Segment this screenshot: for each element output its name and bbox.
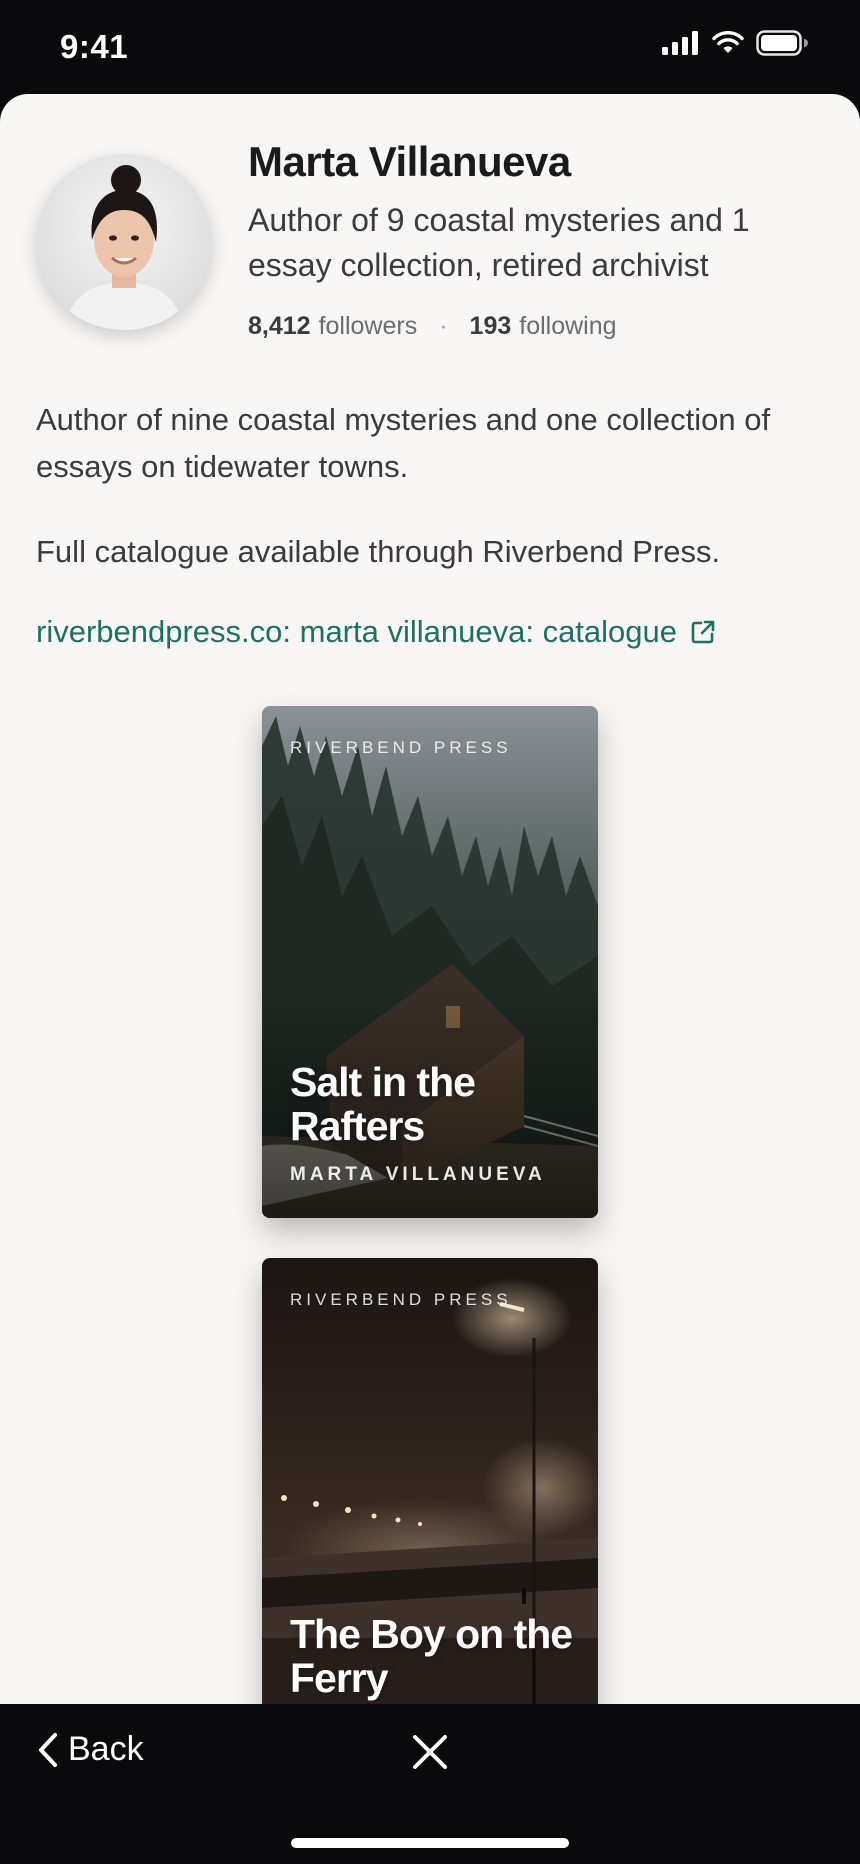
catalogue-link-text: riverbendpress.co: marta villanueva: cat…	[36, 614, 678, 649]
bottom-toolbar: Back	[0, 1704, 860, 1864]
book-card[interactable]: RIVERBEND PRESS Salt in the Rafters MART…	[262, 706, 598, 1218]
avatar[interactable]	[36, 154, 212, 330]
following-label: following	[519, 312, 617, 340]
stat-separator: ·	[439, 312, 448, 340]
bio-paragraph: Full catalogue available through Riverbe…	[36, 534, 721, 569]
following-stat[interactable]: 193 following	[470, 312, 617, 341]
following-count: 193	[469, 312, 512, 340]
status-time: 9:41	[60, 28, 129, 65]
book-publisher: RIVERBEND PRESS	[290, 1290, 512, 1309]
wifi-icon	[712, 31, 744, 53]
followers-label: followers	[318, 312, 418, 340]
close-button[interactable]	[410, 1732, 450, 1772]
back-label: Back	[68, 1730, 144, 1768]
profile-name: Marta Villanueva	[248, 138, 571, 185]
book-publisher: RIVERBEND PRESS	[290, 738, 512, 757]
avatar-portrait	[36, 154, 212, 330]
status-bar: 9:41	[0, 0, 860, 94]
profile-sheet: Marta Villanueva Author of 9 coastal mys…	[0, 94, 860, 1704]
chevron-left-icon	[39, 1732, 57, 1767]
profile-stats: 8,412 followers · 193 following	[248, 312, 617, 341]
profile-bio: Author of nine coastal mysteries and one…	[36, 396, 826, 613]
home-indicator[interactable]	[291, 1838, 569, 1848]
profile-tagline: Author of 9 coastal mysteries and 1 essa…	[248, 202, 750, 283]
book-card[interactable]: RIVERBEND PRESS The Boy on the Ferry	[262, 1258, 598, 1704]
book-title: Salt in the Rafters	[290, 1059, 476, 1149]
book-title: The Boy on the Ferry	[290, 1611, 573, 1701]
catalogue-link[interactable]: riverbendpress.co: marta villanueva: cat…	[36, 614, 717, 650]
back-button[interactable]: Back	[36, 1730, 144, 1769]
followers-stat[interactable]: 8,412 followers	[248, 312, 417, 341]
close-icon	[413, 1735, 447, 1769]
book-author: MARTA VILLANUEVA	[290, 1164, 546, 1185]
status-icons	[662, 30, 808, 56]
cellular-signal-icon	[662, 31, 698, 55]
bio-paragraph: Author of nine coastal mysteries and one…	[36, 402, 771, 484]
external-link-icon	[691, 620, 715, 644]
battery-icon	[756, 30, 808, 56]
followers-count: 8,412	[248, 312, 311, 340]
